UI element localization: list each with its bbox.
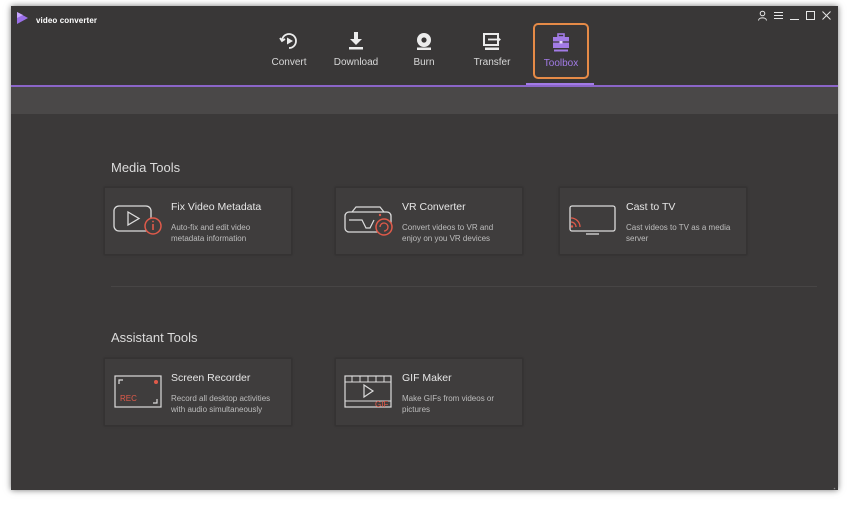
card-description: Make GIFs from videos or pictures (402, 394, 495, 414)
card-title: Cast to TV (626, 201, 676, 213)
tab-transfer[interactable]: Transfer (460, 22, 524, 78)
video-info-icon (113, 202, 163, 238)
window-controls (756, 9, 832, 21)
tab-transfer-label: Transfer (473, 57, 511, 68)
card-description: Record all desktop activities with audio… (171, 394, 271, 414)
card-description: Cast videos to TV as a media server (626, 223, 731, 243)
screen-recorder-icon: REC (113, 373, 163, 409)
tab-convert[interactable]: Convert (257, 22, 321, 78)
card-description: Auto-fix and edit video metadata informa… (171, 223, 251, 243)
card-cast-to-tv[interactable]: Cast to TV Cast videos to TV as a media … (559, 187, 747, 255)
app-window: video converter Convert Download Burn Tr… (11, 6, 838, 490)
tab-convert-label: Convert (271, 57, 307, 68)
cast-tv-icon (568, 202, 618, 238)
card-description: Convert videos to VR and enjoy on you VR… (402, 223, 494, 243)
tab-burn-label: Burn (413, 57, 435, 68)
download-icon (324, 30, 388, 52)
tab-toolbox-label: Toolbox (543, 58, 579, 69)
card-title: Fix Video Metadata (171, 201, 262, 213)
card-screen-recorder[interactable]: REC Screen Recorder Record all desktop a… (104, 358, 292, 426)
vr-headset-icon (344, 202, 394, 238)
close-icon[interactable] (820, 9, 832, 21)
section-title-assistant-tools: Assistant Tools (111, 330, 198, 345)
tab-download[interactable]: Download (324, 22, 388, 78)
tab-toolbox[interactable]: Toolbox (533, 23, 589, 79)
toolbox-icon (535, 31, 587, 53)
gif-maker-icon: GIF (344, 373, 394, 409)
menu-icon[interactable] (772, 9, 784, 21)
title-bar: video converter Convert Download Burn Tr… (11, 6, 838, 85)
card-fix-video-metadata[interactable]: Fix Video Metadata Auto-fix and edit vid… (104, 187, 292, 255)
card-title: GIF Maker (402, 372, 452, 384)
maximize-icon[interactable] (804, 9, 816, 21)
user-icon[interactable] (756, 9, 768, 21)
sub-toolbar (11, 87, 838, 114)
tab-burn[interactable]: Burn (392, 22, 456, 78)
rec-badge-text: REC (120, 394, 137, 403)
card-title: VR Converter (402, 201, 466, 213)
main-nav: Convert Download Burn Transfer Toolbox (11, 22, 838, 82)
toolbox-content: Media Tools Fix Video Metadata Auto-fix … (11, 114, 838, 490)
burn-icon (392, 30, 456, 52)
minimize-icon[interactable] (788, 9, 800, 21)
card-title: Screen Recorder (171, 372, 251, 384)
transfer-icon (460, 30, 524, 52)
section-divider (111, 286, 817, 287)
section-title-media-tools: Media Tools (111, 160, 181, 175)
gif-badge-text: GIF (375, 400, 388, 409)
convert-icon (257, 30, 321, 52)
card-vr-converter[interactable]: VR Converter Convert videos to VR and en… (335, 187, 523, 255)
card-gif-maker[interactable]: GIF GIF Maker Make GIFs from videos or p… (335, 358, 523, 426)
resize-grip-icon[interactable] (828, 480, 836, 490)
tab-download-label: Download (333, 57, 379, 68)
